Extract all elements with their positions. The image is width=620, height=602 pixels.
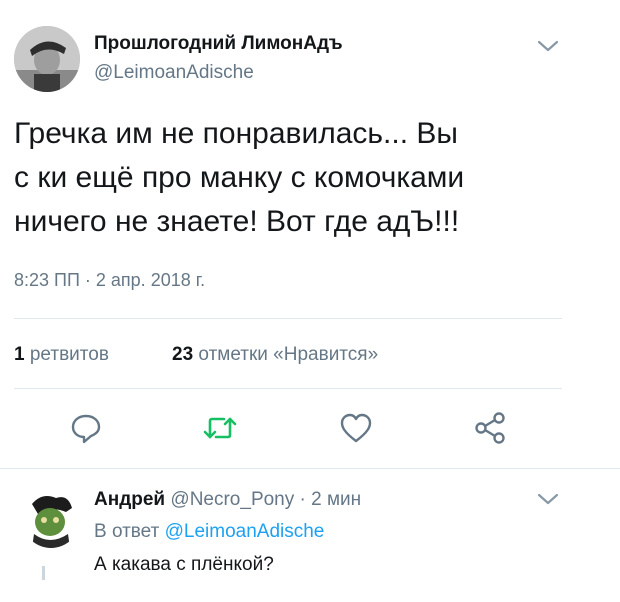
author-handle[interactable]: @LeimoanAdische <box>94 62 254 84</box>
retweet-button[interactable] <box>200 410 240 450</box>
retweets-stat[interactable]: 1 ретвитов <box>14 344 109 366</box>
reply-avatar[interactable] <box>22 490 80 548</box>
tweet-text-line: с ки ещё про манку с комочками <box>14 161 465 194</box>
reply-icon <box>69 411 103 450</box>
share-button[interactable] <box>470 410 510 450</box>
divider <box>14 318 562 319</box>
likes-label: отметки «Нравится» <box>198 344 379 365</box>
reply-to-mention[interactable]: @LeimoanAdische <box>165 521 325 542</box>
retweets-label: ретвитов <box>29 344 109 365</box>
reply-button[interactable] <box>66 410 106 450</box>
tweet-text-line: ничего не знаете! Вот где адЪ!!! <box>14 205 460 238</box>
divider <box>0 468 620 469</box>
author-avatar[interactable] <box>14 26 80 92</box>
reply-header: Андрей @Necro_Pony · 2 мин <box>94 489 361 511</box>
retweet-icon <box>202 413 238 448</box>
tweet-text: Гречка им не понравилась... Вы с ки ещё … <box>14 112 604 244</box>
thread-line <box>42 566 45 580</box>
reply-to-line: В ответ @LeimoanAdische <box>94 521 324 543</box>
author-name[interactable]: Прошлогодний ЛимонАдъ <box>94 33 343 55</box>
reply-text: А какава с плёнкой? <box>94 554 274 575</box>
reply-author-name[interactable]: Андрей <box>94 489 165 510</box>
chevron-down-icon[interactable] <box>536 491 560 507</box>
likes-count: 23 <box>172 344 194 365</box>
tweet-timestamp[interactable]: 8:23 ПП · 2 апр. 2018 г. <box>14 270 205 291</box>
tweet-text-line: Гречка им не понравилась... Вы <box>14 117 458 150</box>
reply-meta[interactable]: @Necro_Pony · 2 мин <box>170 489 361 510</box>
reply-to-prefix: В ответ <box>94 521 160 542</box>
like-button[interactable] <box>336 410 376 450</box>
retweets-count: 1 <box>14 344 25 365</box>
likes-stat[interactable]: 23 отметки «Нравится» <box>172 344 378 366</box>
share-icon <box>472 410 508 451</box>
like-icon <box>339 412 373 449</box>
chevron-down-icon[interactable] <box>536 38 560 54</box>
divider <box>14 388 562 389</box>
